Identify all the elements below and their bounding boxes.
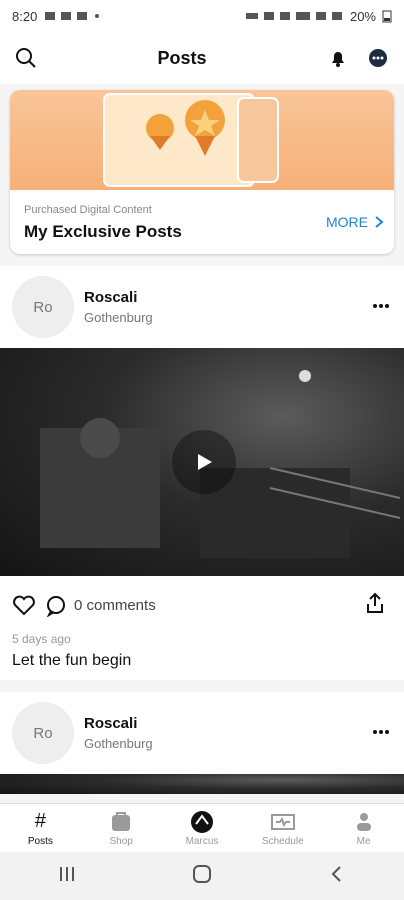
person-icon [356, 812, 371, 831]
status-bar: 8:20 20% [0, 0, 404, 32]
tab-posts[interactable]: # Posts [0, 804, 81, 852]
card-content: Purchased Digital Content My Exclusive P… [10, 190, 394, 254]
back-icon [331, 865, 341, 882]
post-header: Ro Roscali Gothenburg [0, 692, 404, 774]
post-menu-button[interactable] [372, 722, 390, 740]
chat-icon [369, 49, 387, 67]
notification-icons [45, 12, 100, 20]
tab-marcus-label: Marcus [185, 835, 219, 847]
more-horizontal-icon [373, 730, 389, 734]
chevron-right-icon [375, 216, 384, 228]
post-video[interactable] [0, 348, 404, 576]
card-banner [10, 90, 394, 190]
post-location: Gothenburg [84, 736, 153, 751]
comment-icon[interactable] [44, 593, 68, 617]
home-icon [193, 864, 211, 883]
feed[interactable]: Purchased Digital Content My Exclusive P… [0, 84, 404, 804]
hash-icon: # [34, 810, 46, 832]
comments-count[interactable]: 0 comments [74, 597, 156, 614]
bottom-tab-bar: # Posts Shop Marcus Schedule Me [0, 803, 404, 852]
search-icon [16, 48, 36, 68]
recents-icon [60, 866, 74, 881]
tab-me-label: Me [356, 835, 371, 847]
post-header: Ro Roscali Gothenburg [0, 266, 404, 348]
share-icon [367, 592, 383, 613]
post-author-name[interactable]: Roscali [84, 289, 153, 306]
system-navigation-bar [0, 852, 404, 900]
battery-text: 20% [349, 8, 376, 24]
avatar[interactable]: Ro [12, 702, 74, 764]
avatar-initials: Ro [33, 724, 53, 742]
schedule-icon [270, 813, 295, 830]
post-author: Roscali Gothenburg [84, 289, 153, 325]
tab-posts-label: Posts [27, 835, 53, 847]
post-video[interactable] [0, 774, 404, 794]
post-caption: Let the fun begin [12, 652, 132, 669]
post-reactions: 0 comments [12, 593, 156, 617]
post-author-name[interactable]: Roscali [84, 715, 153, 732]
battery-icon [382, 10, 392, 23]
post-menu-button[interactable] [372, 296, 390, 314]
app-header: Posts [0, 32, 404, 84]
avatar[interactable]: Ro [12, 276, 74, 338]
tab-shop[interactable]: Shop [81, 804, 162, 852]
post-item: Ro Roscali Gothenburg [0, 692, 404, 794]
post-actions: 0 comments [0, 576, 404, 634]
post-author: Roscali Gothenburg [84, 715, 153, 751]
tab-marcus[interactable]: Marcus [162, 804, 243, 852]
notifications-button[interactable] [324, 44, 352, 72]
shop-icon [112, 811, 131, 831]
more-link[interactable]: MORE [326, 214, 384, 230]
tab-shop-label: Shop [109, 835, 133, 847]
avatar-initials: Ro [33, 298, 53, 316]
heart-icon[interactable] [12, 593, 36, 617]
search-button[interactable] [12, 44, 40, 72]
tab-schedule[interactable]: Schedule [242, 804, 323, 852]
post-timestamp: 5 days ago [12, 632, 71, 646]
tab-me[interactable]: Me [323, 804, 404, 852]
medal-illustration [103, 93, 279, 187]
more-label: MORE [326, 214, 368, 230]
tab-schedule-label: Schedule [261, 835, 304, 847]
play-button[interactable] [172, 430, 236, 494]
post-location: Gothenburg [84, 310, 153, 325]
system-icons [245, 12, 342, 20]
post-item: Ro Roscali Gothenburg [0, 266, 404, 680]
recent-apps-button[interactable] [57, 864, 77, 889]
play-icon [198, 454, 212, 470]
exclusive-posts-card[interactable]: Purchased Digital Content My Exclusive P… [10, 90, 394, 254]
bell-icon [332, 52, 344, 67]
status-time: 8:20 [12, 8, 38, 24]
profile-logo-icon [190, 810, 213, 833]
back-button[interactable] [327, 864, 347, 889]
more-horizontal-icon [373, 304, 389, 308]
share-button[interactable] [364, 592, 386, 621]
home-button[interactable] [191, 863, 213, 890]
page-title: Posts [157, 47, 207, 68]
post-divider [0, 680, 404, 692]
messages-button[interactable] [364, 44, 392, 72]
